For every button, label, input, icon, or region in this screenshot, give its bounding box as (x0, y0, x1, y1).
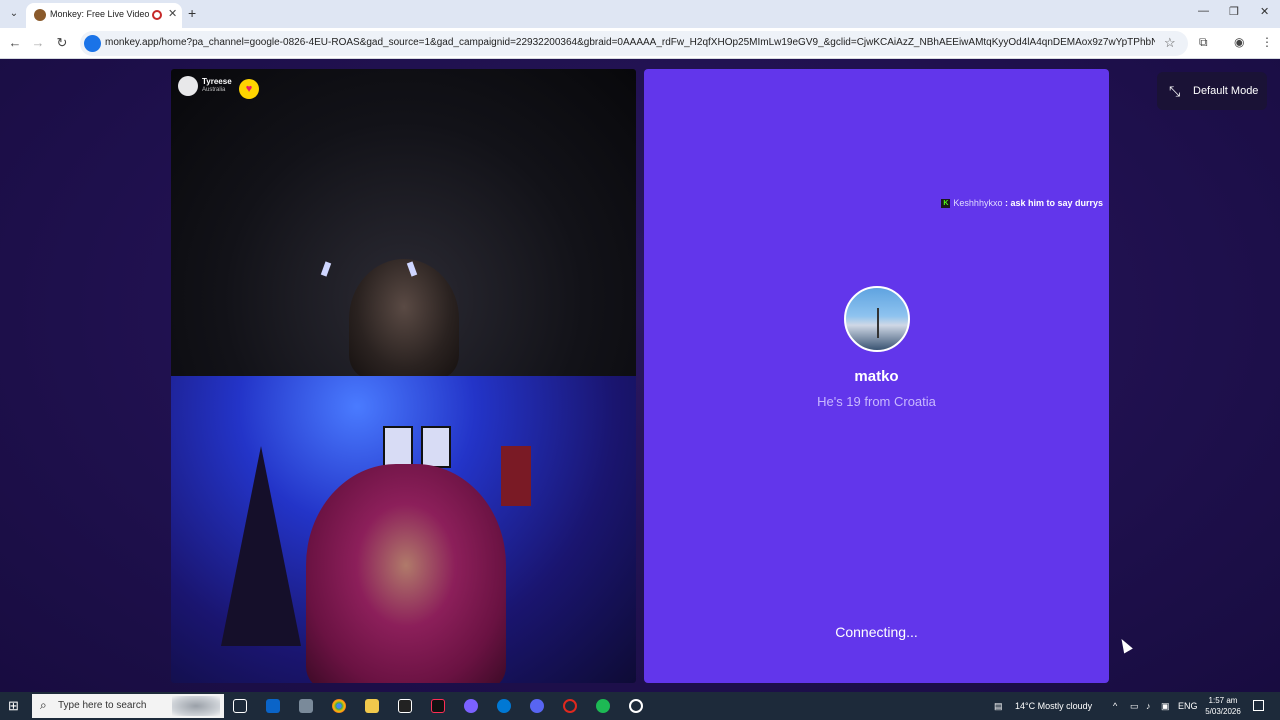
match-name: matko (854, 368, 899, 385)
extensions-icon[interactable]: ⧉ (1199, 35, 1208, 50)
local-video (171, 376, 636, 683)
wall-flag (501, 446, 531, 506)
match-avatar (844, 286, 910, 352)
windows-taskbar: ⊞ ⌕ Type here to search ▤ 14°C Mostly cl… (0, 692, 1280, 720)
weather-icon[interactable]: ▤ (994, 701, 1003, 712)
opera-icon[interactable] (563, 699, 577, 713)
bookmark-star-icon[interactable]: ☆ (1164, 35, 1176, 51)
remote-username: Tyreese (202, 77, 232, 86)
mode-label: Default Mode (1193, 85, 1259, 97)
favicon-icon (34, 9, 46, 21)
network-icon[interactable]: ▣ (1161, 701, 1170, 712)
tab-list-icon[interactable]: ⌄ (6, 7, 22, 21)
tray-icon[interactable]: ▭ (1130, 701, 1139, 712)
search-highlight-image (172, 696, 220, 716)
remote-video-person (349, 259, 459, 376)
chat-text: : ask him to say durrys (1002, 198, 1103, 208)
taskbar-search[interactable]: ⌕ Type here to search (32, 694, 224, 718)
tab-close-icon[interactable]: ✕ (168, 7, 177, 20)
wall-poster (421, 426, 451, 468)
browser-toolbar: ← → ↻ monkey.app/home?pa_channel=google-… (0, 28, 1280, 59)
forward-icon[interactable]: → (30, 35, 46, 50)
edge-icon[interactable] (497, 699, 511, 713)
kick-icon: K (941, 199, 951, 209)
remote-video: Tyreese Australia ♥ (171, 69, 636, 376)
avatar-photo-detail (877, 308, 879, 338)
spotify-icon[interactable] (596, 699, 610, 713)
mouse-cursor-icon (1117, 636, 1133, 654)
app-icon[interactable] (299, 699, 313, 713)
back-icon[interactable]: ← (7, 35, 23, 50)
restore-icon[interactable]: ❐ (1229, 5, 1239, 18)
outlook-icon[interactable] (266, 699, 280, 713)
christmas-tree (221, 446, 301, 646)
new-tab-icon[interactable]: + (188, 5, 196, 21)
window-close-icon[interactable]: ✕ (1260, 5, 1269, 18)
language-indicator[interactable]: ENG (1178, 701, 1198, 711)
monkey-page: Tyreese Australia ♥ K Keshhhykxo : ask hi… (0, 59, 1280, 692)
search-icon: ⌕ (40, 698, 47, 712)
chevron-up-icon[interactable]: ^ (1113, 701, 1117, 711)
file-explorer-icon[interactable] (365, 699, 379, 713)
site-info-icon[interactable] (84, 35, 101, 52)
browser-tab[interactable]: Monkey: Free Live Video Ch ✕ (26, 3, 182, 28)
connection-status: Connecting... (835, 624, 918, 640)
app-icon[interactable] (464, 699, 478, 713)
remote-country: Australia (202, 87, 226, 93)
capcut-icon[interactable] (398, 699, 412, 713)
task-view-icon[interactable] (233, 699, 247, 713)
chrome-icon[interactable] (332, 699, 346, 713)
address-bar[interactable]: monkey.app/home?pa_channel=google-0826-4… (80, 31, 1188, 56)
search-placeholder: Type here to search (58, 700, 147, 711)
wall-poster (383, 426, 413, 468)
clock-time[interactable]: 1:57 am (1203, 696, 1243, 705)
obs-icon[interactable] (629, 699, 643, 713)
microphone-icon[interactable]: ♪ (1146, 701, 1151, 711)
menu-icon[interactable]: ⋮ (1261, 35, 1273, 49)
tab-title: Monkey: Free Live Video Ch (50, 9, 150, 19)
chat-username: Keshhhykxo (953, 198, 1003, 208)
chat-message: K Keshhhykxo : ask him to say durrys (941, 198, 1103, 209)
local-video-person (306, 464, 506, 683)
recording-icon (152, 10, 162, 20)
discord-icon[interactable] (530, 699, 544, 713)
minimize-icon[interactable]: — (1198, 5, 1209, 17)
match-subtitle: He's 19 from Croatia (817, 394, 936, 409)
tiktok-icon[interactable] (431, 699, 445, 713)
profile-icon[interactable]: ◉ (1234, 35, 1244, 49)
collapse-icon: ⤡ (1169, 83, 1181, 99)
reload-icon[interactable]: ↻ (54, 35, 70, 51)
default-mode-button[interactable]: ⤡ Default Mode (1157, 72, 1267, 110)
match-panel: K Keshhhykxo : ask him to say durrys matk… (644, 69, 1109, 683)
headset-light (320, 261, 332, 277)
browser-tab-bar: ⌄ Monkey: Free Live Video Ch ✕ + — ❐ ✕ (0, 0, 1280, 28)
windows-start-icon[interactable]: ⊞ (8, 699, 22, 713)
heart-icon[interactable]: ♥ (239, 79, 259, 99)
avatar (178, 76, 198, 96)
notification-icon[interactable] (1253, 700, 1264, 711)
url-text[interactable]: monkey.app/home?pa_channel=google-0826-4… (105, 37, 1155, 48)
weather-text[interactable]: 14°C Mostly cloudy (1015, 701, 1092, 711)
clock-date[interactable]: 5/03/2026 (1203, 707, 1243, 716)
